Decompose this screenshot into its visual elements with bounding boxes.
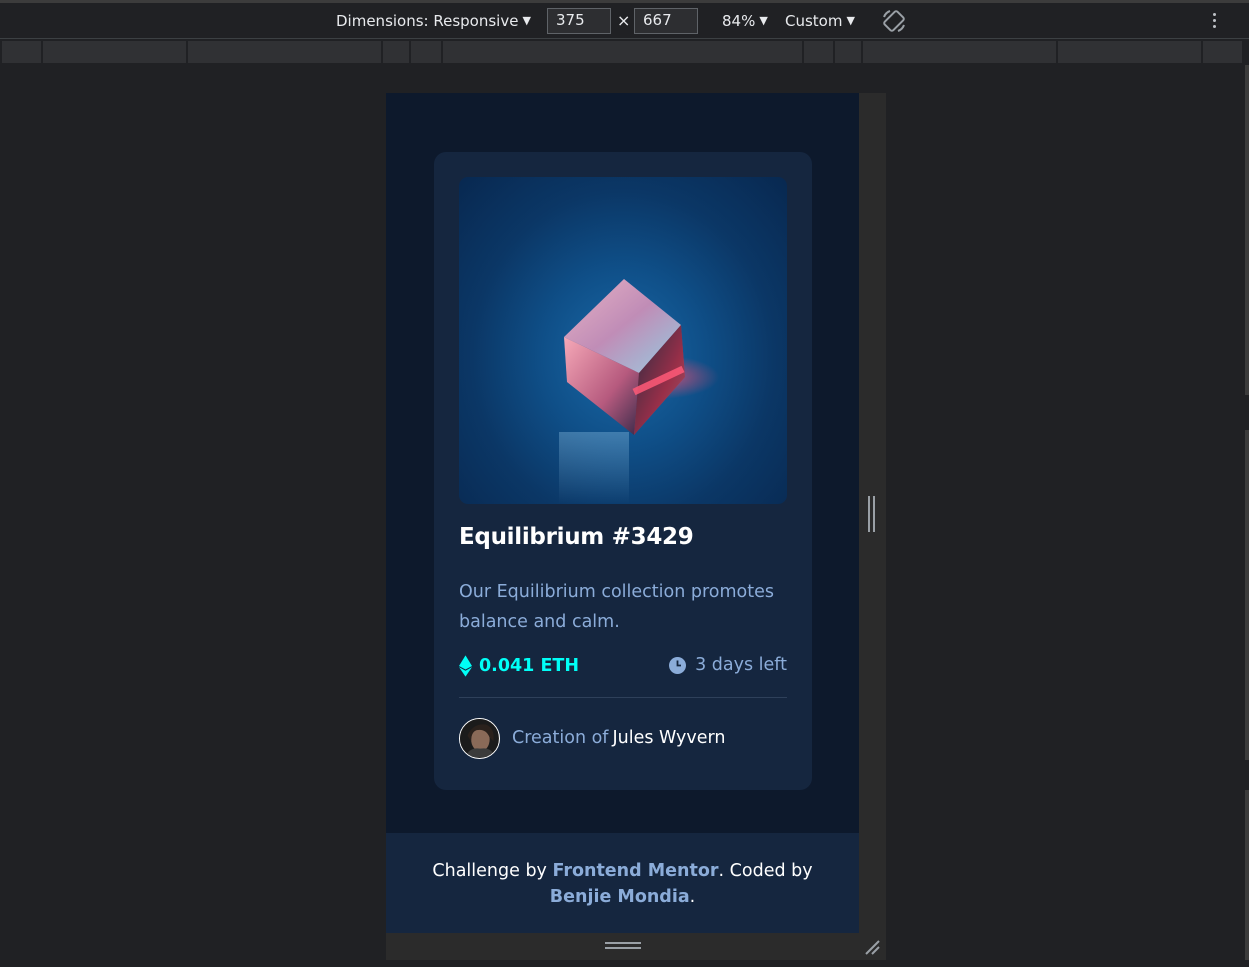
dimensions-label: Dimensions: Responsive (336, 12, 519, 30)
media-query-bar[interactable] (804, 41, 835, 63)
corner-resize-handle[interactable] (863, 938, 881, 956)
attribution-footer: Challenge by Frontend Mentor. Coded by B… (386, 833, 859, 933)
media-query-bar[interactable] (1058, 41, 1203, 63)
dimensions-dropdown[interactable]: Dimensions: Responsive ▼ (336, 12, 531, 30)
card-description: Our Equilibrium collection promotes bala… (459, 582, 774, 632)
nft-card: Equilibrium #3429 Our Equilibrium collec… (434, 152, 812, 790)
width-input[interactable]: 375 (547, 8, 611, 34)
media-query-bar[interactable] (863, 41, 1058, 63)
times-symbol: × (617, 11, 631, 30)
height-resize-handle[interactable] (605, 942, 641, 952)
media-query-bar[interactable] (1203, 41, 1244, 63)
clock-icon (669, 656, 687, 674)
device-toolbar: Dimensions: Responsive ▼ 375 × 667 84% ▼ C… (0, 3, 1249, 39)
device-viewport: Equilibrium #3429 Our Equilibrium collec… (386, 93, 859, 933)
author-link[interactable]: Benjie Mondia (550, 887, 690, 907)
rotate-icon[interactable] (881, 8, 907, 34)
attribution-suffix: . (689, 887, 696, 907)
width-resize-handle[interactable] (868, 496, 876, 532)
frontend-mentor-link[interactable]: Frontend Mentor (553, 861, 719, 881)
divider (459, 697, 787, 698)
zoom-label: 84% (722, 12, 756, 30)
throttle-label: Custom (785, 12, 843, 30)
card-title[interactable]: Equilibrium #3429 (459, 524, 694, 550)
height-input[interactable]: 667 (634, 8, 698, 34)
media-query-ruler (0, 40, 1249, 64)
chevron-down-icon: ▼ (759, 14, 768, 27)
media-query-bar[interactable] (835, 41, 863, 63)
throttle-dropdown[interactable]: Custom ▼ (785, 12, 855, 30)
attribution-prefix: Challenge by (432, 861, 547, 881)
nft-image[interactable] (459, 177, 787, 504)
creation-prefix: Creation of (512, 728, 609, 748)
time-left-value: 3 days left (695, 655, 787, 675)
media-query-bar[interactable] (383, 41, 411, 63)
media-query-bar[interactable] (43, 41, 188, 63)
media-query-bar[interactable] (188, 41, 383, 63)
attribution-middle: . Coded by (718, 861, 813, 881)
price: 0.041 ETH (459, 655, 579, 677)
avatar (459, 718, 500, 759)
media-query-bar[interactable] (411, 41, 443, 63)
media-query-bar[interactable] (443, 41, 804, 63)
zoom-dropdown[interactable]: 84% ▼ (722, 12, 768, 30)
cube-illustration (559, 279, 719, 504)
more-options-icon[interactable] (1207, 11, 1221, 31)
media-query-bar[interactable] (2, 41, 43, 63)
chevron-down-icon: ▼ (846, 14, 855, 27)
chevron-down-icon: ▼ (522, 14, 531, 27)
creator-line: Creation of Jules Wyvern (512, 728, 726, 748)
creator-name[interactable]: Jules Wyvern (612, 728, 725, 748)
ethereum-icon (459, 655, 472, 677)
price-value: 0.041 ETH (479, 656, 579, 676)
time-left: 3 days left (669, 655, 787, 675)
